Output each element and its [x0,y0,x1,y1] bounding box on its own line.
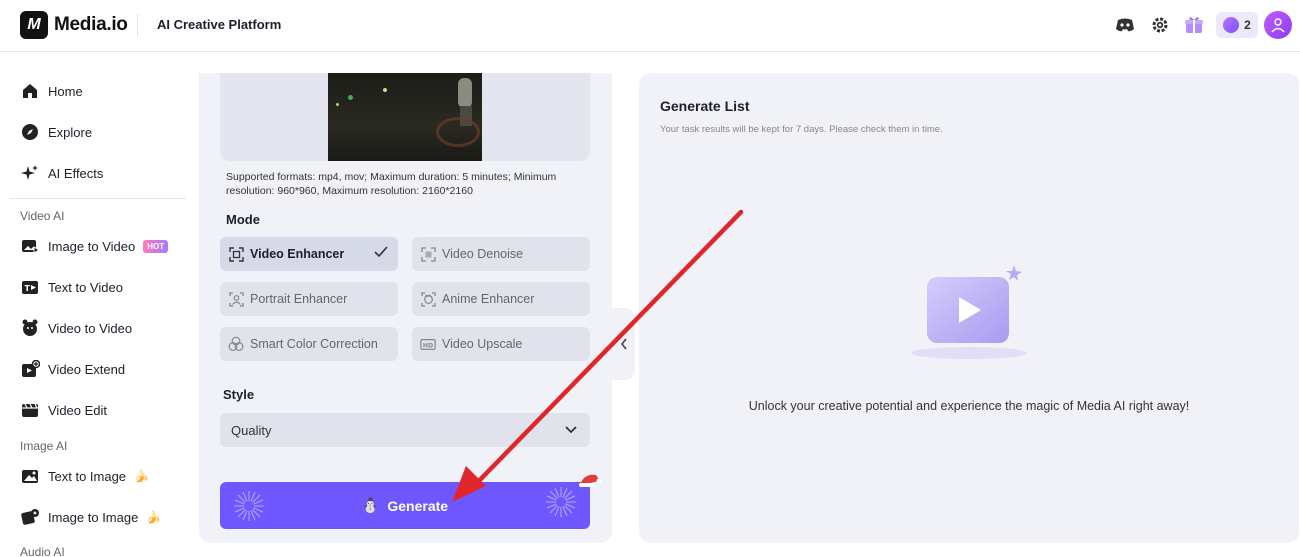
snowman-emoji: ⛄ [361,497,380,513]
hd-icon: HD [420,336,436,352]
sidebar-item-label: AI Effects [48,165,104,181]
sidebar-item-text-to-video[interactable]: T Text to Video [20,275,123,299]
top-header: M Media.io AI Creative Platform 2 [0,0,1300,52]
sidebar-item-label: Video Edit [48,402,108,418]
banana-emoji: 🍌 [146,510,162,524]
video-upload-area[interactable] [220,73,590,161]
credits-count: 2 [1244,18,1251,32]
sidebar-item-explore[interactable]: Explore [20,120,92,144]
image-image-icon [20,507,40,527]
generate-button[interactable]: ⛄ Generate [220,482,590,529]
mode-label-text: Smart Color Correction [250,337,378,351]
style-select[interactable]: Quality [220,413,590,447]
mode-label-text: Anime Enhancer [442,292,535,306]
sidebar-divider [10,198,186,199]
video-edit-icon [20,400,40,420]
hot-badge: HOT [143,239,169,253]
sidebar-item-label: Video to Video [48,320,133,336]
collapse-panel-button[interactable] [612,308,635,380]
section-label-audio-ai: Audio AI [20,545,65,557]
mode-anime-enhancer[interactable]: Anime Enhancer [412,282,590,316]
supported-formats-text: Supported formats: mp4, mov; Maximum dur… [226,171,557,197]
generate-list-subtitle: Your task results will be kept for 7 day… [660,124,943,135]
svg-text:T: T [24,284,30,293]
mode-smart-color-correction[interactable]: Smart Color Correction [220,327,398,361]
generate-label: Generate [387,497,449,514]
empty-state-message: Unlock your creative potential and exper… [748,399,1190,413]
mode-video-denoise[interactable]: Video Denoise [412,237,590,271]
santa-hat-icon [579,474,602,487]
logo-mark: M [20,11,48,39]
mode-video-enhancer[interactable]: Video Enhancer [220,237,398,271]
logo-text: Media.io [54,14,128,35]
sidebar-item-label: Video Extend [48,361,126,377]
section-label-image-ai: Image AI [20,439,68,453]
sidebar-item-ai-effects[interactable]: AI Effects [20,161,103,185]
sidebar: Home Explore AI Effects Video AI Image t… [0,53,190,557]
text-video-icon: T [20,277,40,297]
platform-title: AI Creative Platform [157,17,282,32]
header-divider [137,14,138,36]
video-extend-icon [20,359,40,379]
sidebar-item-video-extend[interactable]: Video Extend [20,357,125,381]
mode-portrait-enhancer[interactable]: Portrait Enhancer [220,282,398,316]
portrait-icon [228,291,244,307]
sidebar-item-text-to-image[interactable]: Text to Image 🍌 [20,464,149,488]
mode-label-text: Video Denoise [442,247,524,261]
banana-emoji: 🍌 [134,469,149,483]
mode-label-text: Video Enhancer [250,247,345,261]
home-icon [20,81,40,101]
style-select-value: Quality [231,422,272,438]
firework-icon [234,491,264,521]
settings-icon[interactable] [1149,14,1171,36]
sidebar-item-label: Home [48,83,83,99]
denoise-icon [420,246,436,262]
sidebar-item-image-to-image[interactable]: Image to Image 🍌 [20,505,161,529]
logo[interactable]: M Media.io [20,11,128,39]
mode-label: Mode [226,212,260,227]
sidebar-item-label: Image to Image [48,509,139,525]
enhancer-icon [228,246,244,262]
firework-icon [546,487,576,517]
section-label-video-ai: Video AI [20,209,65,223]
sidebar-item-label: Explore [48,124,93,140]
user-avatar-icon[interactable] [1264,11,1292,39]
video-thumbnail [328,73,482,161]
sidebar-item-label: Text to Image [48,468,127,484]
editor-panel: Supported formats: mp4, mov; Maximum dur… [199,73,612,543]
sidebar-item-label: Image to Video [48,238,136,254]
sidebar-item-label: Text to Video [48,279,123,295]
sparkle-icon [20,163,40,183]
mode-label-text: Video Upscale [442,337,523,351]
sidebar-item-home[interactable]: Home [20,79,83,103]
check-icon [374,246,388,261]
chevron-left-icon [620,338,627,350]
credits-icon [1223,17,1240,33]
color-correction-icon [228,336,244,352]
svg-text:HD: HD [423,342,433,349]
text-image-icon [20,466,40,486]
generate-list-panel: Generate List Your task results will be … [639,73,1299,543]
discord-icon[interactable] [1114,14,1136,36]
image-video-icon [20,236,40,256]
style-label: Style [223,387,255,402]
mode-video-upscale[interactable]: HD Video Upscale [412,327,590,361]
sidebar-item-video-edit[interactable]: Video Edit [20,398,107,422]
sidebar-item-image-to-video[interactable]: Image to Video HOT [20,234,169,258]
compass-icon [20,122,40,142]
mode-label-text: Portrait Enhancer [250,292,348,306]
chevron-down-icon [564,423,578,438]
sidebar-item-video-to-video[interactable]: Video to Video [20,316,132,340]
credits-badge[interactable]: 2 [1216,12,1258,38]
video-video-icon [20,318,40,338]
anime-icon [420,291,436,307]
gift-icon[interactable] [1183,14,1205,36]
video-placeholder-icon [911,265,1027,359]
generate-list-title: Generate List [660,98,750,114]
